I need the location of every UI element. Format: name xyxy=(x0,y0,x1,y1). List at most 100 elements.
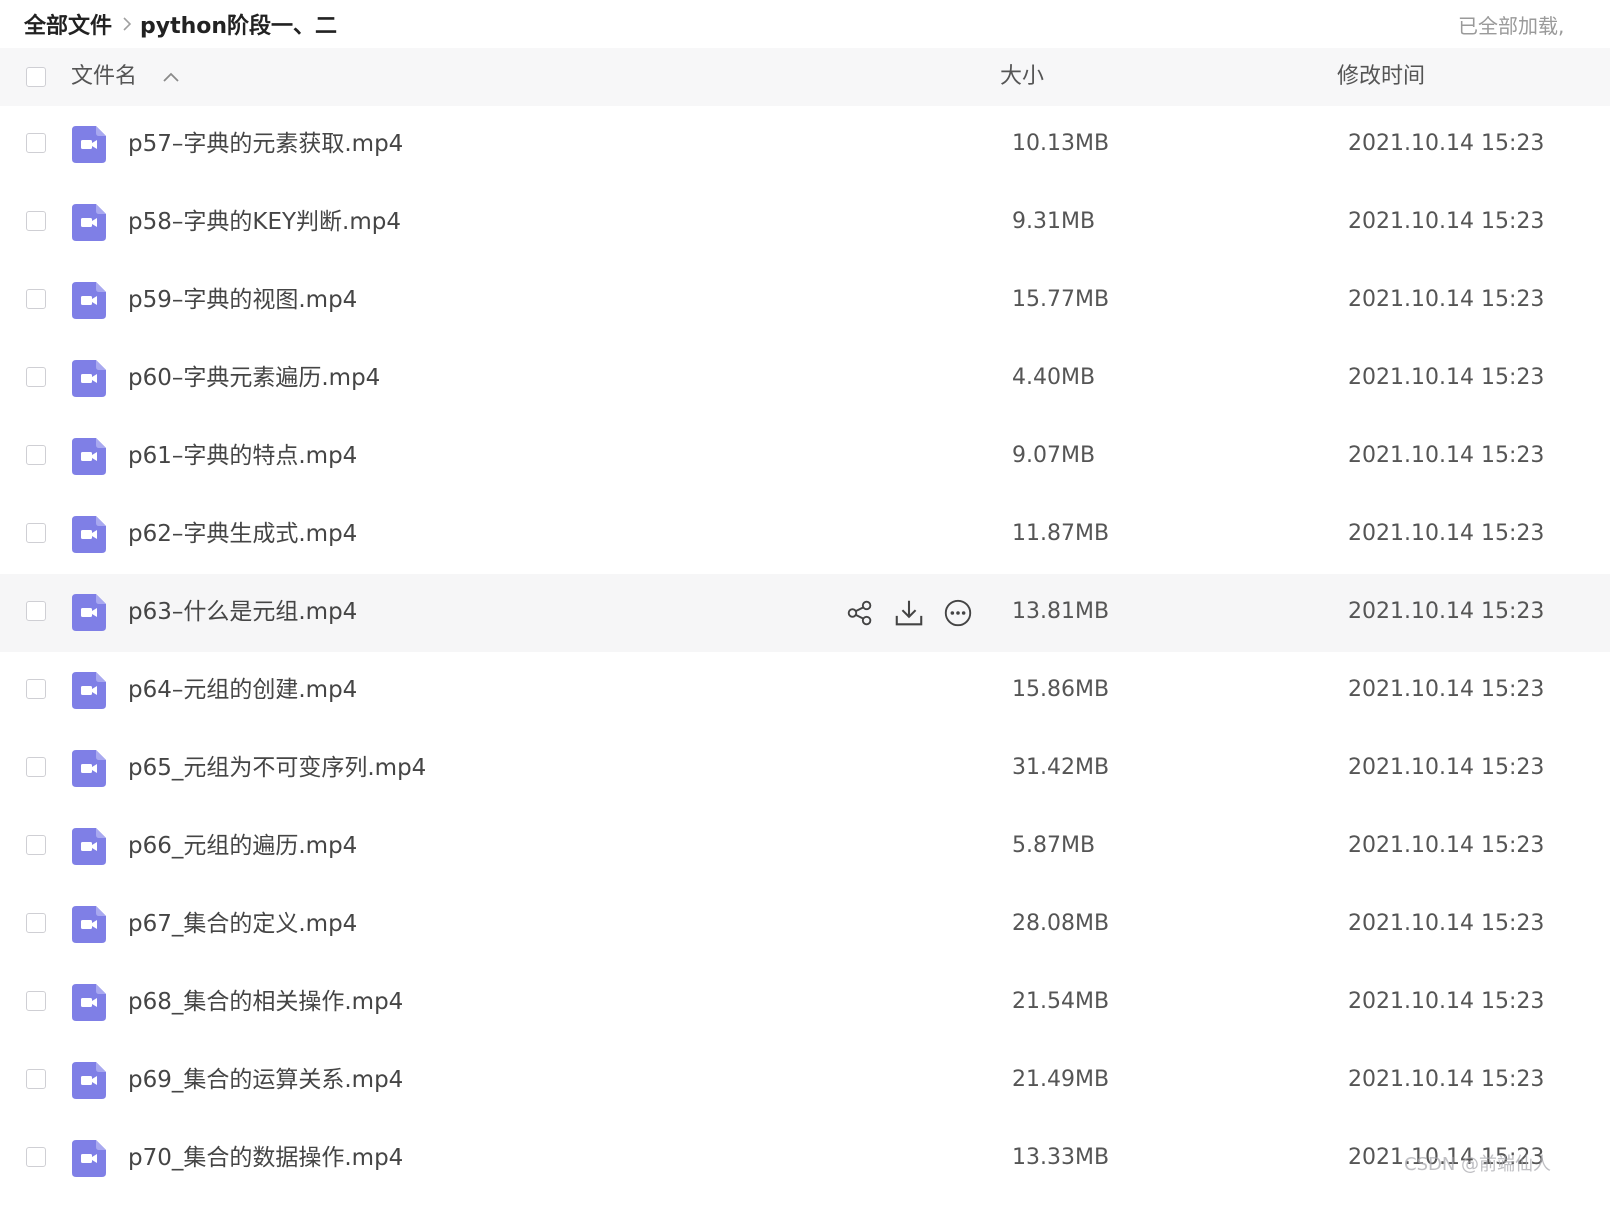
column-header-modified[interactable]: 修改时间 xyxy=(1337,48,1425,106)
table-header: 文件名 大小 修改时间 xyxy=(0,48,1610,106)
file-name-link[interactable]: p62–字典生成式.mp4 xyxy=(128,496,357,574)
chevron-up-icon[interactable] xyxy=(162,70,180,84)
file-name-link[interactable]: p60–字典元素遍历.mp4 xyxy=(128,340,380,418)
file-name-link[interactable]: p64–元组的创建.mp4 xyxy=(128,652,357,730)
table-row[interactable]: p60–字典元素遍历.mp4 4.40MB 2021.10.14 15:23 xyxy=(0,340,1610,418)
file-size: 28.08MB xyxy=(1012,911,1110,936)
video-file-icon xyxy=(72,126,106,163)
video-file-icon xyxy=(72,828,106,865)
video-file-icon xyxy=(72,204,106,241)
table-row[interactable]: p67_集合的定义.mp4 28.08MB 2021.10.14 15:23 xyxy=(0,886,1610,964)
file-size: 9.31MB xyxy=(1012,209,1096,234)
row-checkbox[interactable] xyxy=(26,757,46,777)
file-size: 9.07MB xyxy=(1012,443,1096,468)
file-modified-time: 2021.10.14 15:23 xyxy=(1348,1067,1545,1092)
file-modified-time: 2021.10.14 15:23 xyxy=(1348,755,1545,780)
row-checkbox[interactable] xyxy=(26,289,46,309)
breadcrumb-root-link[interactable]: 全部文件 xyxy=(24,8,112,40)
more-icon[interactable] xyxy=(941,596,975,630)
row-checkbox[interactable] xyxy=(26,1069,46,1089)
column-header-name[interactable]: 文件名 xyxy=(71,48,137,106)
row-checkbox[interactable] xyxy=(26,133,46,153)
file-name-link[interactable]: p61–字典的特点.mp4 xyxy=(128,418,357,496)
file-modified-time: 2021.10.14 15:23 xyxy=(1348,287,1545,312)
table-row[interactable]: p59–字典的视图.mp4 15.77MB 2021.10.14 15:23 xyxy=(0,262,1610,340)
video-file-icon xyxy=(72,282,106,319)
video-file-icon xyxy=(72,906,106,943)
download-icon[interactable] xyxy=(892,596,926,630)
file-size: 21.54MB xyxy=(1012,989,1110,1014)
video-file-icon xyxy=(72,360,106,397)
table-row[interactable]: p65_元组为不可变序列.mp4 31.42MB 2021.10.14 15:23 xyxy=(0,730,1610,808)
table-row[interactable]: p62–字典生成式.mp4 11.87MB 2021.10.14 15:23 xyxy=(0,496,1610,574)
row-checkbox[interactable] xyxy=(26,367,46,387)
row-checkbox[interactable] xyxy=(26,523,46,543)
file-modified-time: 2021.10.14 15:23 xyxy=(1348,209,1545,234)
top-bar: 全部文件 python阶段一、二 已全部加载, xyxy=(0,0,1610,48)
file-name-link[interactable]: p66_元组的遍历.mp4 xyxy=(128,808,357,886)
video-file-icon xyxy=(72,984,106,1021)
video-file-icon xyxy=(72,750,106,787)
file-name-link[interactable]: p59–字典的视图.mp4 xyxy=(128,262,357,340)
file-size: 11.87MB xyxy=(1012,521,1110,546)
load-status-text: 已全部加载, xyxy=(1458,14,1565,38)
row-checkbox[interactable] xyxy=(26,913,46,933)
table-row[interactable]: p63–什么是元组.mp4 13.81MB 2021.10.14 15:23 xyxy=(0,574,1610,652)
file-modified-time: 2021.10.14 15:23 xyxy=(1348,677,1545,702)
table-row[interactable]: p61–字典的特点.mp4 9.07MB 2021.10.14 15:23 xyxy=(0,418,1610,496)
row-actions xyxy=(843,596,990,630)
breadcrumb-current: python阶段一、二 xyxy=(140,14,338,39)
file-size: 21.49MB xyxy=(1012,1067,1110,1092)
video-file-icon xyxy=(72,1062,106,1099)
chevron-right-icon xyxy=(122,15,132,33)
file-size: 13.81MB xyxy=(1012,599,1110,624)
video-file-icon xyxy=(72,594,106,631)
video-file-icon xyxy=(72,438,106,475)
file-name-link[interactable]: p67_集合的定义.mp4 xyxy=(128,886,357,964)
row-checkbox[interactable] xyxy=(26,601,46,621)
row-checkbox[interactable] xyxy=(26,679,46,699)
table-row[interactable]: p57–字典的元素获取.mp4 10.13MB 2021.10.14 15:23 xyxy=(0,106,1610,184)
breadcrumb: 全部文件 python阶段一、二 xyxy=(24,8,337,40)
file-size: 15.86MB xyxy=(1012,677,1110,702)
file-size: 4.40MB xyxy=(1012,365,1096,390)
file-name-link[interactable]: p70_集合的数据操作.mp4 xyxy=(128,1120,403,1198)
video-file-icon xyxy=(72,516,106,553)
file-size: 13.33MB xyxy=(1012,1145,1110,1170)
video-file-icon xyxy=(72,1140,106,1177)
table-row[interactable]: p68_集合的相关操作.mp4 21.54MB 2021.10.14 15:23 xyxy=(0,964,1610,1042)
file-list: p57–字典的元素获取.mp4 10.13MB 2021.10.14 15:23 p5… xyxy=(0,106,1610,1198)
file-modified-time: 2021.10.14 15:23 xyxy=(1348,131,1545,156)
file-name-link[interactable]: p63–什么是元组.mp4 xyxy=(128,574,357,652)
row-checkbox[interactable] xyxy=(26,445,46,465)
file-size: 5.87MB xyxy=(1012,833,1096,858)
table-row[interactable]: p58–字典的KEY判断.mp4 9.31MB 2021.10.14 15:23 xyxy=(0,184,1610,262)
file-modified-time: 2021.10.14 15:23 xyxy=(1348,833,1545,858)
file-name-link[interactable]: p58–字典的KEY判断.mp4 xyxy=(128,184,401,262)
file-modified-time: 2021.10.14 15:23 xyxy=(1348,911,1545,936)
file-modified-time: 2021.10.14 15:23 xyxy=(1348,365,1545,390)
row-checkbox[interactable] xyxy=(26,835,46,855)
row-checkbox[interactable] xyxy=(26,991,46,1011)
row-checkbox[interactable] xyxy=(26,1147,46,1167)
file-modified-time: 2021.10.14 15:23 xyxy=(1348,599,1545,624)
table-row[interactable]: p69_集合的运算关系.mp4 21.49MB 2021.10.14 15:23 xyxy=(0,1042,1610,1120)
file-name-link[interactable]: p65_元组为不可变序列.mp4 xyxy=(128,730,426,808)
column-header-size[interactable]: 大小 xyxy=(1000,48,1044,106)
file-size: 15.77MB xyxy=(1012,287,1110,312)
row-checkbox[interactable] xyxy=(26,211,46,231)
video-file-icon xyxy=(72,672,106,709)
file-name-link[interactable]: p57–字典的元素获取.mp4 xyxy=(128,106,403,184)
file-modified-time: 2021.10.14 15:23 xyxy=(1348,443,1545,468)
table-row[interactable]: p66_元组的遍历.mp4 5.87MB 2021.10.14 15:23 xyxy=(0,808,1610,886)
file-name-link[interactable]: p68_集合的相关操作.mp4 xyxy=(128,964,403,1042)
file-modified-time: 2021.10.14 15:23 xyxy=(1348,989,1545,1014)
file-size: 31.42MB xyxy=(1012,755,1110,780)
file-name-link[interactable]: p69_集合的运算关系.mp4 xyxy=(128,1042,403,1120)
share-icon[interactable] xyxy=(843,596,877,630)
table-row[interactable]: p70_集合的数据操作.mp4 13.33MB 2021.10.14 15:23 xyxy=(0,1120,1610,1198)
file-size: 10.13MB xyxy=(1012,131,1110,156)
select-all-checkbox[interactable] xyxy=(26,67,46,87)
watermark-text: CSDN @前端仙人 xyxy=(1404,1154,1552,1175)
table-row[interactable]: p64–元组的创建.mp4 15.86MB 2021.10.14 15:23 xyxy=(0,652,1610,730)
